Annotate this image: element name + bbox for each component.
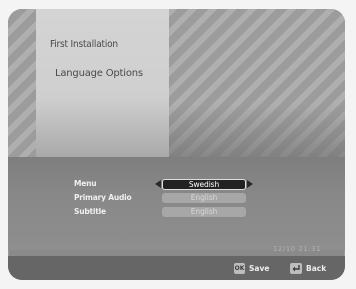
ok-key-icon: OK [234, 263, 245, 274]
title-panel [36, 9, 169, 157]
menu-language-label: Menu [74, 179, 97, 188]
settings-area [8, 157, 345, 250]
primary-audio-label: Primary Audio [74, 193, 132, 202]
background-texture-left [8, 9, 36, 157]
subtitle-label: Subtitle [74, 207, 106, 216]
tv-screen: First Installation Language Options Menu… [8, 9, 345, 280]
back-arrow-icon [292, 265, 300, 272]
subtitle-selector[interactable]: English [162, 207, 246, 217]
arrow-left-icon[interactable] [155, 180, 161, 188]
page-subtitle: Language Options [55, 68, 143, 79]
back-key-icon [290, 263, 302, 274]
clock-timestamp: 12/10 21:31 [272, 245, 321, 253]
arrow-right-icon[interactable] [247, 180, 253, 188]
page-title: First Installation [50, 39, 118, 50]
menu-language-selector[interactable]: Swedish [162, 179, 246, 190]
background-fade [169, 104, 345, 157]
save-button[interactable]: Save [249, 264, 269, 273]
primary-audio-selector[interactable]: English [162, 193, 246, 203]
footer-bar: OK Save Back [8, 256, 345, 280]
back-button[interactable]: Back [306, 264, 326, 273]
